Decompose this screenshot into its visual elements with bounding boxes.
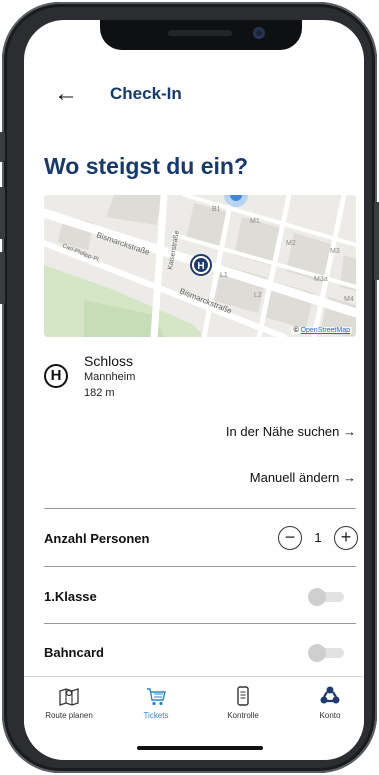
decrease-button[interactable]: − — [278, 526, 302, 550]
notch — [100, 20, 302, 50]
map-block-label: M3a — [314, 276, 328, 283]
map-block-label: M2 — [286, 240, 296, 247]
increase-button[interactable]: + — [334, 526, 358, 550]
side-button — [0, 132, 5, 162]
tab-label: Konto — [319, 711, 341, 720]
tab-label: Route planen — [45, 711, 93, 720]
tab-label: Kontrolle — [227, 711, 259, 720]
divider — [44, 508, 356, 509]
map-block-label: M4 — [344, 296, 354, 303]
map-block-label: L1 — [220, 272, 228, 279]
persons-label: Anzahl Personen — [44, 531, 150, 546]
app-screen: ← Check-In Wo steigst du ein? Bismarckst… — [24, 20, 364, 760]
toggle-knob — [308, 588, 326, 606]
copyright-symbol: © — [293, 327, 299, 334]
stop-marker-label: H — [197, 261, 204, 272]
map-block-label: L2 — [254, 292, 262, 299]
station-city: Mannheim — [84, 371, 136, 383]
phone-frame: ← Check-In Wo steigst du ein? Bismarckst… — [0, 2, 379, 773]
volume-down-button — [0, 252, 5, 304]
first-class-label: 1.Klasse — [44, 589, 97, 604]
tab-route-planen[interactable]: Route planen — [34, 685, 104, 720]
station-map[interactable]: Bismarckstraße Bismarckstraße Carl-Phili… — [44, 195, 356, 337]
phone-ticket-icon — [237, 686, 249, 706]
openstreetmap-link[interactable]: OpenStreetMap — [301, 327, 350, 334]
tab-label: Tickets — [143, 711, 169, 720]
home-indicator — [137, 746, 263, 750]
map-block-label: M1 — [250, 218, 260, 225]
header-title: Check-In — [110, 84, 182, 103]
map-block-label: B1 — [212, 206, 221, 213]
account-icon — [320, 686, 340, 704]
stop-marker-icon[interactable]: H — [190, 254, 212, 276]
bus-stop-icon: H — [44, 364, 68, 388]
bahncard-toggle[interactable] — [308, 644, 344, 662]
divider — [44, 566, 356, 567]
volume-up-button — [0, 187, 5, 239]
tab-konto[interactable]: Konto — [295, 685, 364, 720]
power-button — [374, 202, 379, 280]
change-manually-link[interactable]: Manuell ändern → — [250, 470, 356, 485]
map-attribution[interactable]: © OpenStreetMap — [291, 327, 352, 334]
cart-icon — [147, 688, 166, 706]
map-graphic: Bismarckstraße Bismarckstraße Carl-Phili… — [44, 195, 356, 337]
bahncard-label: Bahncard — [44, 645, 104, 660]
map-block-label: M3 — [330, 248, 340, 255]
tab-kontrolle[interactable]: Kontrolle — [208, 685, 278, 720]
back-arrow-icon[interactable]: ← — [54, 82, 78, 106]
first-class-toggle[interactable] — [308, 588, 344, 606]
map-icon — [59, 688, 79, 706]
selected-station[interactable]: H Schloss Mannheim 182 m — [44, 350, 356, 410]
station-distance: 182 m — [84, 387, 115, 399]
tab-tickets[interactable]: Tickets — [121, 685, 191, 720]
page-title: Wo steigst du ein? — [44, 153, 249, 179]
header: ← Check-In — [24, 78, 364, 112]
bottom-tab-bar: Route planen Tickets Kontrolle Konto — [24, 676, 364, 736]
persons-count: 1 — [314, 530, 322, 545]
speaker — [168, 30, 232, 36]
divider — [44, 623, 356, 624]
front-camera — [253, 27, 265, 39]
search-nearby-link[interactable]: In der Nähe suchen → — [226, 424, 356, 439]
persons-stepper: − 1 + — [278, 526, 358, 550]
station-name: Schloss — [84, 353, 134, 369]
toggle-knob — [308, 644, 326, 662]
